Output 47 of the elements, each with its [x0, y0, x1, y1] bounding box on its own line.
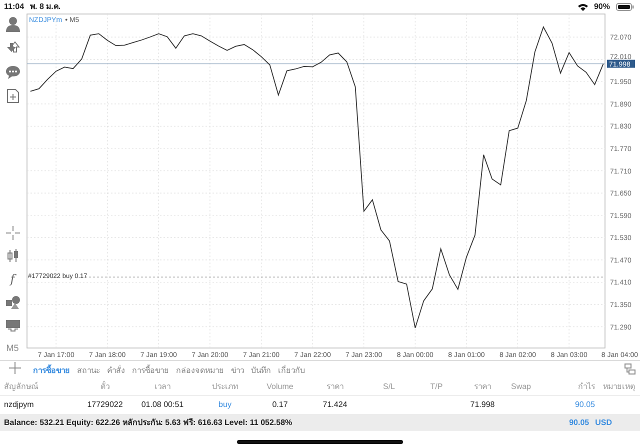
- column-header: Volume: [266, 381, 294, 393]
- column-header: ประเภท: [211, 381, 239, 393]
- table-cell: 0.17: [272, 400, 288, 409]
- tab[interactable]: กล่องจดหมาย: [176, 362, 224, 378]
- date: พ. 8 ม.ค.: [30, 1, 61, 13]
- tab[interactable]: การซื้อขาย: [33, 362, 70, 378]
- person-icon[interactable]: [4, 16, 20, 32]
- new-document-icon[interactable]: [4, 88, 20, 104]
- chat-icon[interactable]: [4, 64, 20, 80]
- table-cell: 71.424: [322, 400, 348, 409]
- column-header: สัญลักษณ์: [3, 380, 40, 393]
- timeframe-button[interactable]: M5: [6, 340, 19, 356]
- add-icon[interactable]: [9, 362, 21, 374]
- column-header: ราคา: [473, 381, 492, 393]
- column-header: หมายเหตุ: [602, 381, 636, 394]
- table-cell: 01.08 00:51: [141, 400, 184, 409]
- currency: USD: [595, 418, 612, 426]
- total-profit: 90.05: [569, 418, 590, 426]
- wifi-icon: [578, 2, 588, 10]
- battery-icon: [616, 2, 634, 10]
- battery-percent: 90%: [594, 2, 610, 11]
- tab[interactable]: บันทึก: [251, 362, 271, 378]
- table-cell: buy: [218, 400, 232, 409]
- column-header: S/L: [382, 381, 396, 393]
- templates-icon[interactable]: [4, 317, 20, 333]
- tab[interactable]: คำสั่ง: [107, 362, 125, 378]
- table-cell: nzdjpym: [4, 400, 34, 409]
- column-header: ตั๋ว: [100, 380, 110, 393]
- column-header: T/P: [429, 381, 444, 393]
- tab[interactable]: สถานะ: [77, 362, 100, 378]
- column-header: ราคา: [326, 381, 344, 393]
- detach-windows-icon[interactable]: [624, 363, 636, 375]
- tab[interactable]: ข่าว: [231, 362, 244, 378]
- tab[interactable]: เกี่ยวกับ: [278, 362, 305, 378]
- tab[interactable]: การซื้อขาย: [132, 362, 169, 378]
- table-cell: 17729022: [87, 400, 123, 409]
- column-header: กำไร: [577, 381, 596, 393]
- candlestick-icon[interactable]: [4, 248, 20, 264]
- table-cell: 71.998: [470, 400, 495, 409]
- account-summary: Balance: 532.21 Equity: 622.26 หลักประกัน: 5.63 ฟรี: 616.63 Level: 11 052.58%: [4, 416, 292, 428]
- clock: 11:04: [4, 2, 24, 11]
- shapes-icon[interactable]: [4, 294, 20, 310]
- indicators-button[interactable]: f: [10, 271, 15, 287]
- crosshair-icon[interactable]: [4, 225, 20, 241]
- column-header: Swap: [510, 381, 532, 393]
- column-header: เวลา: [154, 381, 172, 393]
- table-cell: 90.05: [574, 400, 595, 409]
